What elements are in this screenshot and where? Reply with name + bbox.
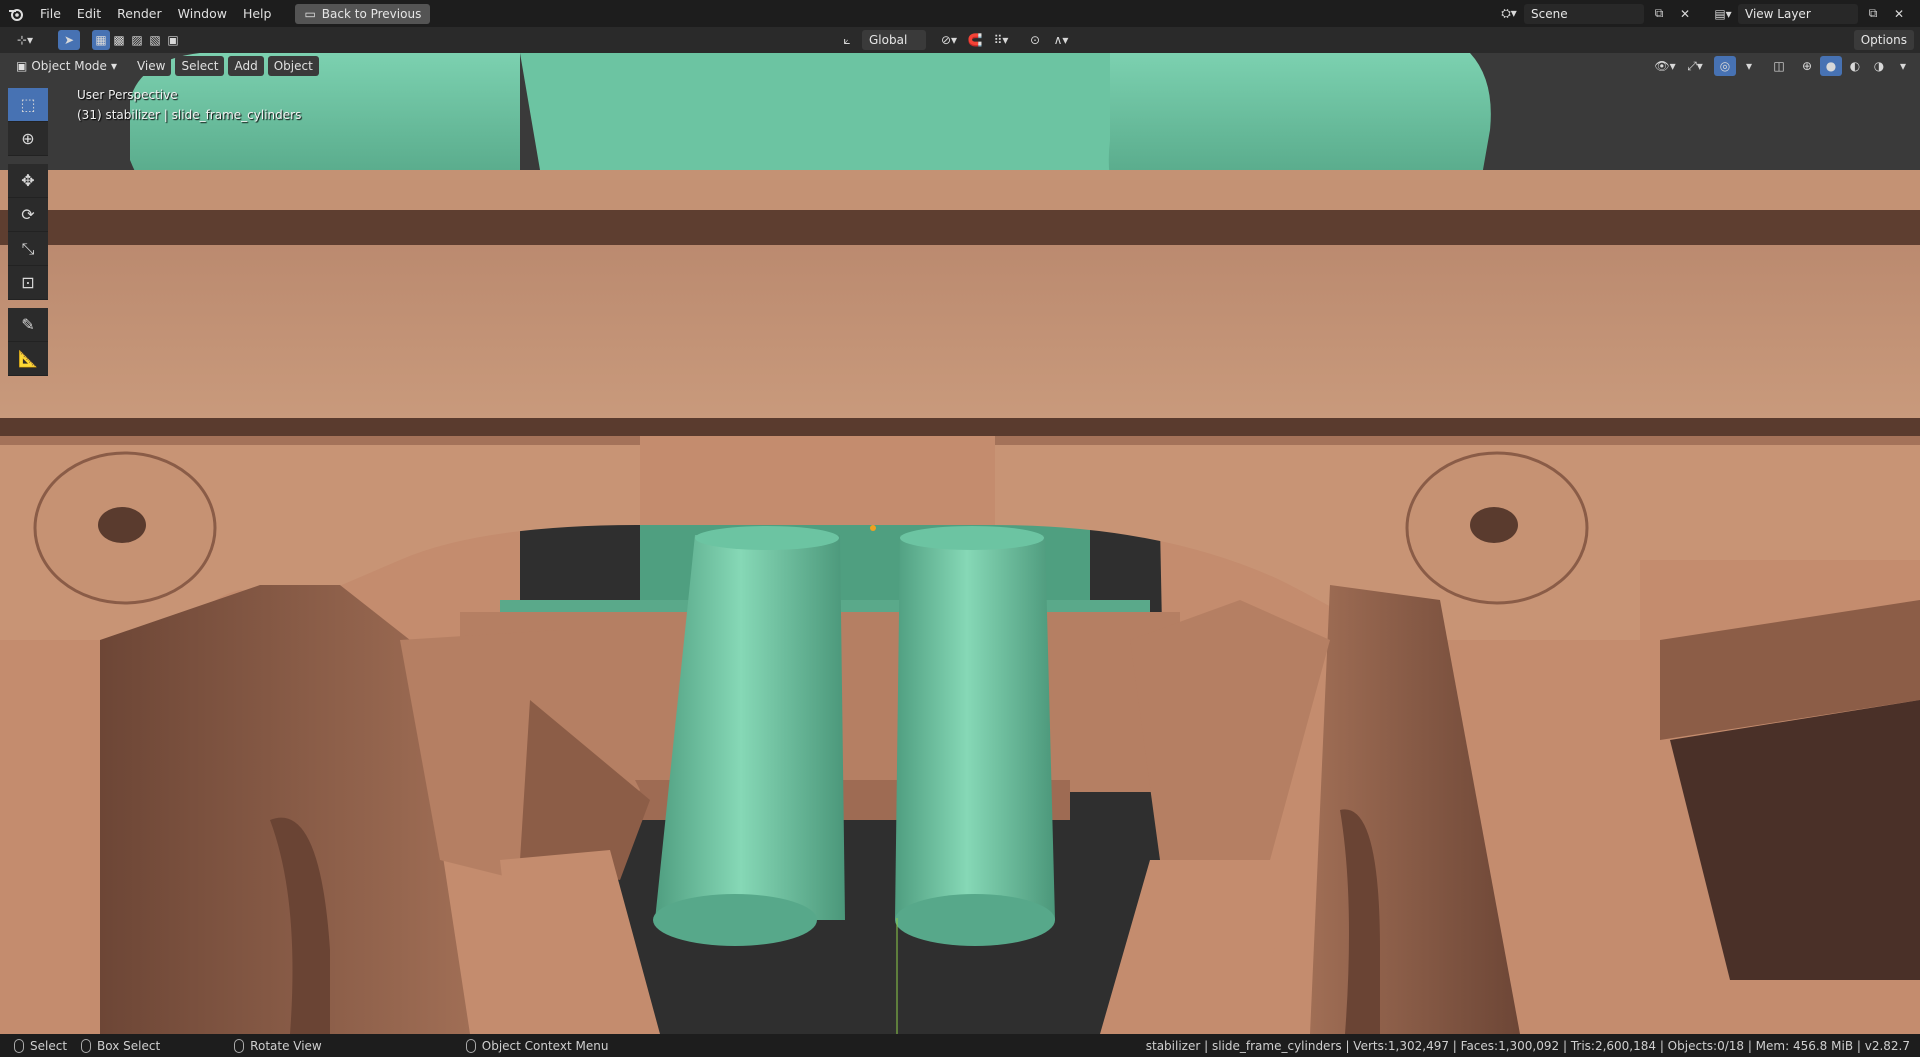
- viewport-scene[interactable]: [0, 53, 1920, 1034]
- object-mode-icon: ▣: [16, 59, 28, 73]
- snap-icon[interactable]: 🧲: [964, 30, 986, 50]
- scale-icon[interactable]: ⤡: [8, 232, 48, 266]
- status-context-menu: Object Context Menu: [465, 1038, 609, 1053]
- status-box-select-label: Box Select: [97, 1038, 161, 1053]
- cursor-icon[interactable]: ⊕: [8, 122, 48, 156]
- new-view-layer-icon[interactable]: ⧉: [1862, 4, 1884, 24]
- back-to-previous-button[interactable]: ▭ Back to Previous: [295, 3, 431, 24]
- 3d-viewport[interactable]: User Perspective (31) stabilizer | slide…: [0, 53, 1920, 1034]
- select-mode-invert-icon[interactable]: ▧: [146, 30, 164, 50]
- mode-dropdown[interactable]: ▣ Object Mode ▾: [10, 56, 123, 76]
- rotate-icon[interactable]: ⟳: [8, 198, 48, 232]
- menu-file[interactable]: File: [32, 3, 69, 25]
- rendered-shading-icon[interactable]: ◑: [1868, 56, 1890, 76]
- editor-type-icon[interactable]: ⊹▾: [10, 30, 40, 50]
- delete-scene-icon[interactable]: ✕: [1674, 4, 1696, 24]
- select-box-icon[interactable]: ⬚: [8, 88, 48, 122]
- status-bar: Select Box Select Rotate View Object Con…: [0, 1034, 1920, 1057]
- view-layer-selector-icon[interactable]: ▤▾: [1712, 4, 1734, 24]
- status-select-label: Select: [30, 1038, 68, 1053]
- menu-object[interactable]: Object: [267, 56, 319, 76]
- menu-help[interactable]: Help: [235, 3, 280, 25]
- shading-dropdown-icon[interactable]: ▾: [1892, 56, 1914, 76]
- new-scene-icon[interactable]: ⧉: [1648, 4, 1670, 24]
- wireframe-shading-icon[interactable]: ⊕: [1796, 56, 1818, 76]
- scene-statistics: stabilizer | slide_frame_cylinders | Ver…: [1145, 1038, 1910, 1053]
- mouse-middle-icon: [234, 1038, 245, 1053]
- xray-icon[interactable]: ◫: [1768, 56, 1790, 76]
- select-tool-icon[interactable]: ➤: [58, 30, 80, 50]
- menu-edit[interactable]: Edit: [69, 3, 109, 25]
- chevron-down-icon: ▾: [110, 59, 117, 73]
- visibility-icon[interactable]: 👁▾: [1654, 56, 1676, 76]
- snap-target-icon[interactable]: ⠿▾: [990, 30, 1012, 50]
- menu-window[interactable]: Window: [170, 3, 235, 25]
- screen-icon: ▭: [304, 6, 316, 21]
- solid-shading-icon[interactable]: ●: [1820, 56, 1842, 76]
- annotate-icon[interactable]: ✎: [8, 308, 48, 342]
- pivot-point-icon[interactable]: ⊘▾: [938, 30, 960, 50]
- move-icon[interactable]: ✥: [8, 164, 48, 198]
- transform-icon[interactable]: ⊡: [8, 266, 48, 300]
- material-shading-icon[interactable]: ◐: [1844, 56, 1866, 76]
- measure-icon[interactable]: 📐: [8, 342, 48, 376]
- falloff-icon[interactable]: ∧▾: [1050, 30, 1072, 50]
- scene-field[interactable]: Scene: [1524, 3, 1644, 24]
- status-rotate-view-label: Rotate View: [250, 1038, 322, 1053]
- menu-render[interactable]: Render: [109, 3, 170, 25]
- menu-view[interactable]: View: [130, 56, 172, 76]
- menu-add[interactable]: Add: [228, 56, 264, 76]
- view-layer-field[interactable]: View Layer: [1738, 3, 1858, 24]
- tool-header: ⊹▾ ➤ ▦ ▩ ▨ ▧ ▣ ⟀ Global ⊘▾ 🧲 ⠿▾ ⊙ ∧▾ Opt…: [0, 27, 1920, 53]
- mode-label: Object Mode: [31, 59, 107, 73]
- status-rotate-view: Rotate View: [234, 1038, 322, 1053]
- overlays-icon[interactable]: ◎: [1714, 56, 1736, 76]
- select-mode-intersect-icon[interactable]: ▣: [164, 30, 182, 50]
- status-box-select: Box Select: [81, 1038, 161, 1053]
- top-menu-bar: File Edit Render Window Help ▭ Back to P…: [0, 0, 1920, 27]
- menu-select[interactable]: Select: [175, 56, 225, 76]
- status-select: Select: [14, 1038, 68, 1053]
- back-to-previous-label: Back to Previous: [321, 6, 422, 21]
- select-mode-subtract-icon[interactable]: ▨: [128, 30, 146, 50]
- left-toolbar: ⬚ ⊕ ✥ ⟳ ⤡ ⊡ ✎ 📐: [8, 88, 50, 376]
- overlays-dropdown-icon[interactable]: ▾: [1738, 56, 1760, 76]
- perspective-label: User Perspective: [77, 88, 178, 102]
- transform-orientation-dropdown[interactable]: Global: [862, 30, 926, 50]
- orientation-icon: ⟀: [843, 32, 851, 47]
- gizmo-icon[interactable]: ⤢▾: [1684, 56, 1706, 76]
- options-dropdown[interactable]: Options: [1853, 30, 1914, 50]
- active-object-label: (31) stabilizer | slide_frame_cylinders: [77, 108, 302, 122]
- select-mode-extend-icon[interactable]: ▩: [110, 30, 128, 50]
- mouse-drag-icon: [81, 1038, 92, 1053]
- select-mode-new-icon[interactable]: ▦: [92, 30, 110, 50]
- status-context-menu-label: Object Context Menu: [481, 1038, 609, 1053]
- proportional-editing-icon[interactable]: ⊙: [1024, 30, 1046, 50]
- scene-selector-icon[interactable]: ⛭▾: [1498, 4, 1520, 24]
- viewport-header: ▣ Object Mode ▾ View Select Add Object 👁…: [0, 53, 1920, 79]
- delete-view-layer-icon[interactable]: ✕: [1888, 4, 1910, 24]
- mouse-right-icon: [465, 1038, 476, 1053]
- blender-logo-icon[interactable]: [0, 0, 32, 27]
- mouse-left-icon: [14, 1038, 24, 1053]
